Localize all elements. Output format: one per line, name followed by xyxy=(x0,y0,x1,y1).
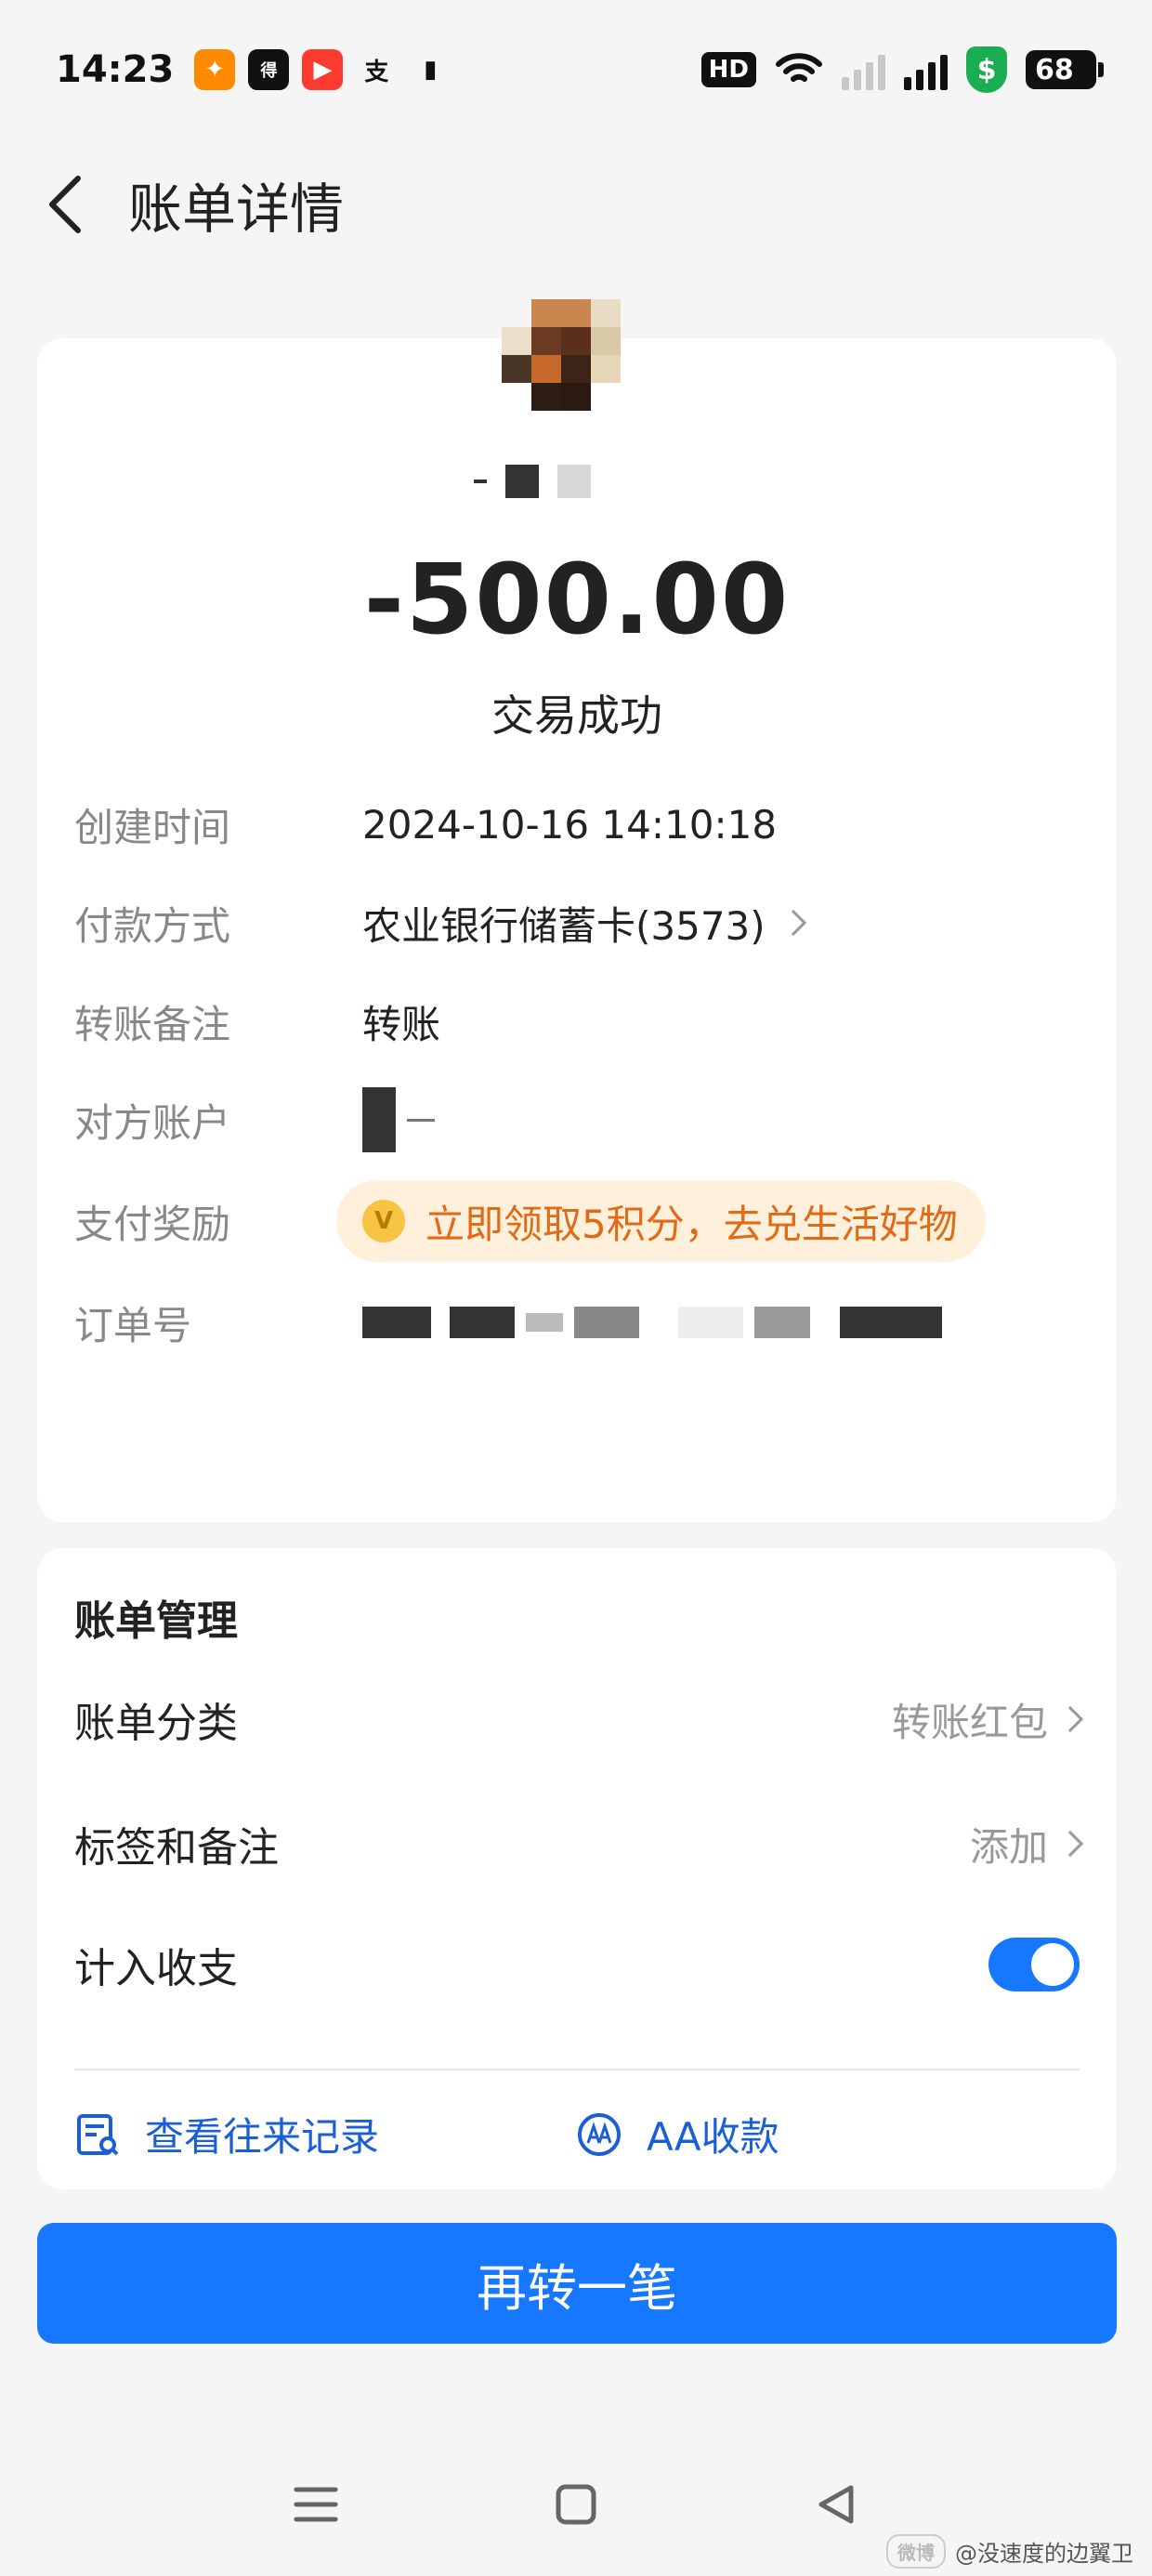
taobao-icon: ✦ xyxy=(194,49,236,90)
bill-management-title: 账单管理 xyxy=(74,1597,238,1645)
chevron-right-icon xyxy=(779,909,806,937)
back-triangle-icon[interactable] xyxy=(808,2477,864,2532)
aa-icon xyxy=(578,2112,621,2156)
bill-category-label: 账单分类 xyxy=(74,1700,238,1747)
header: 账单详情 xyxy=(0,139,1152,269)
divider xyxy=(74,2069,1080,2070)
payment-method-label: 付款方式 xyxy=(74,902,231,949)
bill-category-row[interactable]: 账单分类 转账红包 xyxy=(74,1682,1084,1756)
reward-text: 立即领取5积分，去兑生活好物 xyxy=(425,1201,958,1247)
avatar xyxy=(502,299,650,439)
view-history-label: 查看往来记录 xyxy=(145,2114,380,2160)
aa-collect-label: AA收款 xyxy=(647,2114,779,2160)
signal-icon-5g xyxy=(904,49,948,90)
reward-label: 支付奖励 xyxy=(74,1201,231,1247)
detail-row-counterparty: 对方账户 xyxy=(74,1087,435,1152)
counterparty-value-masked xyxy=(362,1087,435,1152)
tags-notes-row[interactable]: 标签和备注 添加 xyxy=(74,1807,1084,1881)
transfer-note-value: 转账 xyxy=(362,1001,441,1047)
created-time-value: 2024-10-16 14:10:18 xyxy=(362,801,778,848)
status-bar: 14:23 ✦ 得 ▶ 支 ▮ HD $ 68 xyxy=(0,0,1152,139)
wifi-icon xyxy=(776,53,822,82)
weibo-logo: 微博 xyxy=(886,2534,946,2569)
menu-icon[interactable] xyxy=(288,2477,344,2532)
aa-collect-button[interactable]: AA收款 xyxy=(576,2106,779,2162)
security-shield-icon: $ xyxy=(966,46,1007,93)
payment-method-value: 农业银行储蓄卡(3573) xyxy=(362,902,766,949)
watermark: 微博 @没速度的边翼卫 xyxy=(886,2534,1133,2569)
transaction-amount: -500.00 xyxy=(363,543,791,656)
bill-management-card: 账单管理 账单分类 转账红包 标签和备注 添加 计入收支 查看往来记录 AA收款 xyxy=(37,1548,1117,2189)
home-icon[interactable] xyxy=(548,2477,604,2532)
transfer-note-label: 转账备注 xyxy=(74,1001,231,1047)
order-number-value-masked xyxy=(362,1307,942,1338)
back-arrow-icon[interactable] xyxy=(37,176,93,233)
created-time-label: 创建时间 xyxy=(74,804,231,850)
video-icon: ▶ xyxy=(302,49,344,90)
tags-notes-value: 添加 xyxy=(969,1823,1048,1870)
include-in-budget-toggle[interactable] xyxy=(988,1938,1080,1991)
detail-row-reward: 支付奖励 V 立即领取5积分，去兑生活好物 xyxy=(74,1175,986,1268)
status-indicators: HD $ 68 xyxy=(700,46,1104,93)
page-title: 账单详情 xyxy=(128,177,345,241)
dewu-icon: 得 xyxy=(248,49,290,90)
detail-row-transfer-note: 转账备注 转账 xyxy=(74,989,440,1054)
payee-name-masked xyxy=(474,463,591,500)
record-search-icon xyxy=(77,2113,119,2155)
watermark-text: @没速度的边翼卫 xyxy=(955,2541,1133,2567)
phone-icon: ▮ xyxy=(424,56,438,84)
status-time: 14:23 xyxy=(56,48,175,91)
transaction-status: 交易成功 xyxy=(491,690,662,741)
detail-row-created-time: 创建时间 2024-10-16 14:10:18 xyxy=(74,792,777,857)
chevron-right-icon xyxy=(1056,1705,1084,1733)
counterparty-label: 对方账户 xyxy=(74,1099,231,1146)
bill-category-value: 转账红包 xyxy=(891,1699,1048,1745)
order-number-label: 订单号 xyxy=(74,1302,192,1348)
include-in-budget-row: 计入收支 xyxy=(74,1927,1080,2002)
battery-icon: 68 xyxy=(1026,50,1104,89)
transaction-card: -500.00 交易成功 创建时间 2024-10-16 14:10:18 付款… xyxy=(37,299,1117,1522)
tags-notes-label: 标签和备注 xyxy=(74,1824,279,1872)
hd-icon: HD xyxy=(700,52,756,87)
include-in-budget-label: 计入收支 xyxy=(74,1945,238,1992)
detail-row-payment-method[interactable]: 付款方式 农业银行储蓄卡(3573) xyxy=(74,890,806,955)
reward-claim-button[interactable]: V 立即领取5积分，去兑生活好物 xyxy=(336,1180,986,1262)
coin-icon: V xyxy=(362,1200,405,1242)
chevron-right-icon xyxy=(1056,1830,1084,1858)
view-history-button[interactable]: 查看往来记录 xyxy=(74,2106,379,2162)
detail-row-order-number: 订单号 xyxy=(74,1290,942,1355)
status-app-icons: ✦ 得 ▶ 支 ▮ xyxy=(194,49,451,90)
alipay-icon: 支 xyxy=(364,58,389,86)
signal-icon-sim1 xyxy=(842,49,885,90)
transfer-again-button[interactable]: 再转一笔 xyxy=(37,2223,1117,2344)
